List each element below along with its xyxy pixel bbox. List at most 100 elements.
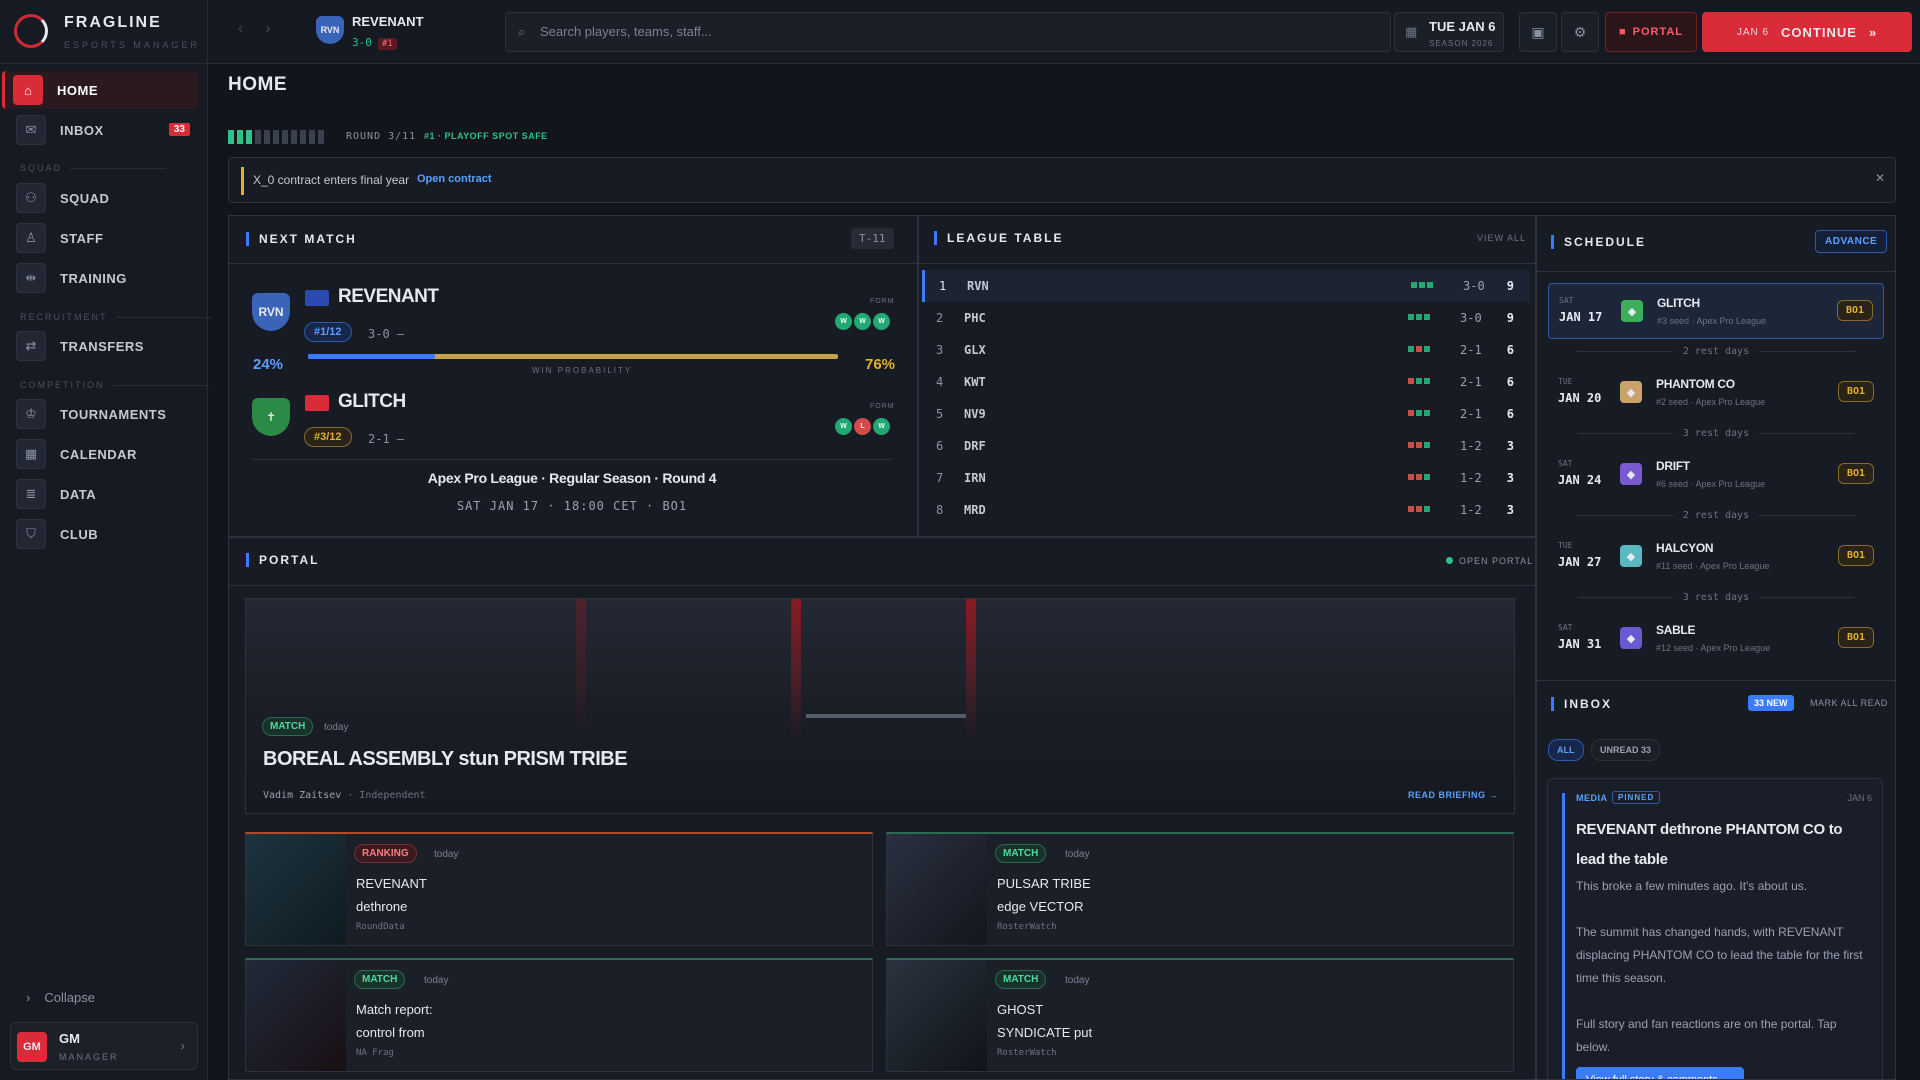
card-title-line: REVENANT xyxy=(356,876,427,891)
sidebar-item-inbox[interactable]: ✉ INBOX 33 xyxy=(8,111,198,149)
table-record: 3-0 xyxy=(1463,279,1485,293)
match-format-badge: BO1 xyxy=(1837,627,1874,648)
rank-badge: #1 xyxy=(377,38,397,50)
schedule-match[interactable]: SAT JAN 24 ◆ DRIFT #6 seed · Apex Pro League… xyxy=(1548,447,1884,503)
sidebar-item-tournaments[interactable]: ♔ TOURNAMENTS xyxy=(8,395,198,433)
inbox-count-badge: 33 xyxy=(168,123,190,136)
match-day: SAT xyxy=(1558,459,1573,468)
search-placeholder: Search players, teams, staff... xyxy=(540,24,712,39)
schedule-match[interactable]: SAT JAN 17 ◆ GLITCH #3 seed · Apex Pro Leagu… xyxy=(1548,283,1884,339)
portal-hero-article[interactable]: MATCH today BOREAL ASSEMBLY stun PRISM T… xyxy=(245,598,1515,814)
round-segment xyxy=(309,130,315,144)
schedule-match[interactable]: TUE JAN 27 ◆ HALCYON #11 seed · Apex Pro Lea… xyxy=(1548,529,1884,585)
inbox-header: INBOX xyxy=(1551,697,1612,711)
table-row[interactable]: 2 PHC 3-0 9 xyxy=(922,302,1530,334)
back-arrow-icon[interactable]: ‹ xyxy=(238,20,265,37)
message-paragraph: The summit has changed hands, with REVEN… xyxy=(1576,925,1863,985)
table-points: 6 xyxy=(1506,375,1514,389)
settings-button[interactable]: ⚙ xyxy=(1561,12,1599,52)
article-time: today xyxy=(434,849,459,860)
sidebar-item-label: HOME xyxy=(57,82,98,98)
home-team-name[interactable]: REVENANT xyxy=(338,286,439,308)
author: Vadim Zaitsev xyxy=(263,790,342,801)
view-full-story-button[interactable]: View full story & comments xyxy=(1576,1067,1744,1079)
search-input[interactable]: ⌕ Search players, teams, staff... xyxy=(505,12,1391,52)
save-button[interactable]: ▣ xyxy=(1519,12,1557,52)
continue-button[interactable]: JAN 6 CONTINUE » xyxy=(1702,12,1912,52)
table-row[interactable]: 7 IRN 1-2 3 xyxy=(922,462,1530,494)
advance-button[interactable]: ADVANCE xyxy=(1815,230,1888,253)
table-row[interactable]: 4 KWT 2-1 6 xyxy=(922,366,1530,398)
win-probability-bar xyxy=(308,354,838,359)
news-card[interactable]: MATCH today Match report: control from N… xyxy=(245,958,873,1072)
rest-days-divider: 3 rest days xyxy=(1548,592,1884,603)
user-profile-button[interactable]: GM GM MANAGER › xyxy=(10,1022,198,1070)
schedule-match[interactable]: TUE JAN 20 ◆ PHANTOM CO #2 seed · Apex Pro L… xyxy=(1548,365,1884,421)
team-crest-icon: ◆ xyxy=(1620,381,1642,403)
sidebar-item-calendar[interactable]: ▦ CALENDAR xyxy=(8,435,198,473)
table-record: 1-2 xyxy=(1460,503,1482,517)
round-segment xyxy=(300,130,306,144)
match-date: JAN 17 xyxy=(1559,310,1603,324)
portal-button[interactable]: ■ PORTAL xyxy=(1605,12,1697,52)
table-row[interactable]: 5 NV9 2-1 6 xyxy=(922,398,1530,430)
user-name: GM xyxy=(59,1031,80,1046)
table-team: NV9 xyxy=(964,407,986,421)
open-portal-link[interactable]: OPEN PORTAL xyxy=(1446,556,1533,566)
away-team-name[interactable]: GLITCH xyxy=(338,391,406,413)
message-paragraph: This broke a few minutes ago. It's about… xyxy=(1576,879,1808,893)
news-card[interactable]: RANKING today REVENANT dethrone RoundDat… xyxy=(245,832,873,946)
sidebar-item-label: TRAINING xyxy=(60,270,127,286)
table-form xyxy=(1408,506,1430,512)
form-label: FORM xyxy=(870,298,895,305)
continue-date: JAN 6 xyxy=(1736,26,1770,38)
article-byline: Vadim Zaitsev · Independent xyxy=(263,790,426,801)
article-time: today xyxy=(1065,975,1090,986)
sidebar-item-transfers[interactable]: ⇄ TRANSFERS xyxy=(8,327,198,365)
section-header-squad: SQUAD xyxy=(20,163,167,173)
open-contract-link[interactable]: Open contract xyxy=(417,173,492,185)
view-all-link[interactable]: VIEW ALL xyxy=(1477,233,1526,243)
article-tag: MATCH xyxy=(995,844,1047,863)
sidebar-item-squad[interactable]: ⚇ SQUAD xyxy=(8,179,198,217)
forward-arrow-icon[interactable]: › xyxy=(265,20,292,37)
sidebar-item-data[interactable]: ≣ DATA xyxy=(8,475,198,513)
card-title-line: control from xyxy=(356,1025,425,1040)
form-result: W xyxy=(854,313,871,330)
form-dot xyxy=(1424,506,1430,512)
schedule-match[interactable]: SAT JAN 31 ◆ SABLE #12 seed · Apex Pro Leagu… xyxy=(1548,611,1884,667)
match-competition: Apex Pro League · Regular Season · Round… xyxy=(427,470,717,486)
tab-unread[interactable]: UNREAD 33 xyxy=(1591,739,1661,761)
brand-subtitle: ESPORTS MANAGER xyxy=(64,40,200,50)
sidebar-item-club[interactable]: ⛉ CLUB xyxy=(8,515,198,553)
close-icon[interactable]: ✕ xyxy=(1875,171,1885,185)
table-row[interactable]: 6 DRF 1-2 3 xyxy=(922,430,1530,462)
match-format-badge: BO1 xyxy=(1837,381,1874,402)
article-time: today xyxy=(324,722,349,733)
table-points: 9 xyxy=(1506,311,1514,325)
table-row[interactable]: 3 GLX 2-1 6 xyxy=(922,334,1530,366)
sidebar-item-home[interactable]: ⌂ HOME xyxy=(2,71,198,109)
mail-icon: ✉ xyxy=(16,115,46,145)
collapse-button[interactable]: › Collapse xyxy=(26,990,95,1005)
table-row[interactable]: 1 RVN 3-0 9 xyxy=(922,270,1530,302)
mark-all-read-button[interactable]: MARK ALL READ xyxy=(1810,698,1888,708)
team-crest-icon: ◆ xyxy=(1620,545,1642,567)
form-dot xyxy=(1411,282,1417,288)
team-record: 3-0 #1 xyxy=(352,36,397,50)
news-card[interactable]: MATCH today GHOST SYNDICATE put RosterWa… xyxy=(886,958,1514,1072)
sidebar-item-training[interactable]: ⇹ TRAINING xyxy=(8,259,198,297)
read-briefing-link[interactable]: READ BRIEFING → xyxy=(1408,790,1498,800)
sidebar-item-staff[interactable]: ♙ STAFF xyxy=(8,219,198,257)
rest-days-divider: 2 rest days xyxy=(1548,510,1884,521)
news-card[interactable]: MATCH today PULSAR TRIBE edge VECTOR Ros… xyxy=(886,832,1514,946)
home-seed-badge: #1/12 xyxy=(304,322,352,342)
inbox-message[interactable]: MEDIA PINNED JAN 6 REVENANT dethrone PHA… xyxy=(1547,778,1883,1080)
tab-all[interactable]: ALL xyxy=(1548,739,1584,761)
table-team: RVN xyxy=(967,279,989,293)
table-row[interactable]: 8 MRD 1-2 3 xyxy=(922,494,1530,526)
away-streak: — xyxy=(396,432,405,446)
history-nav: ‹› xyxy=(238,20,293,38)
opponent-name: PHANTOM CO xyxy=(1656,377,1735,391)
win-probability-label: WIN PROBABILITY xyxy=(532,366,633,375)
